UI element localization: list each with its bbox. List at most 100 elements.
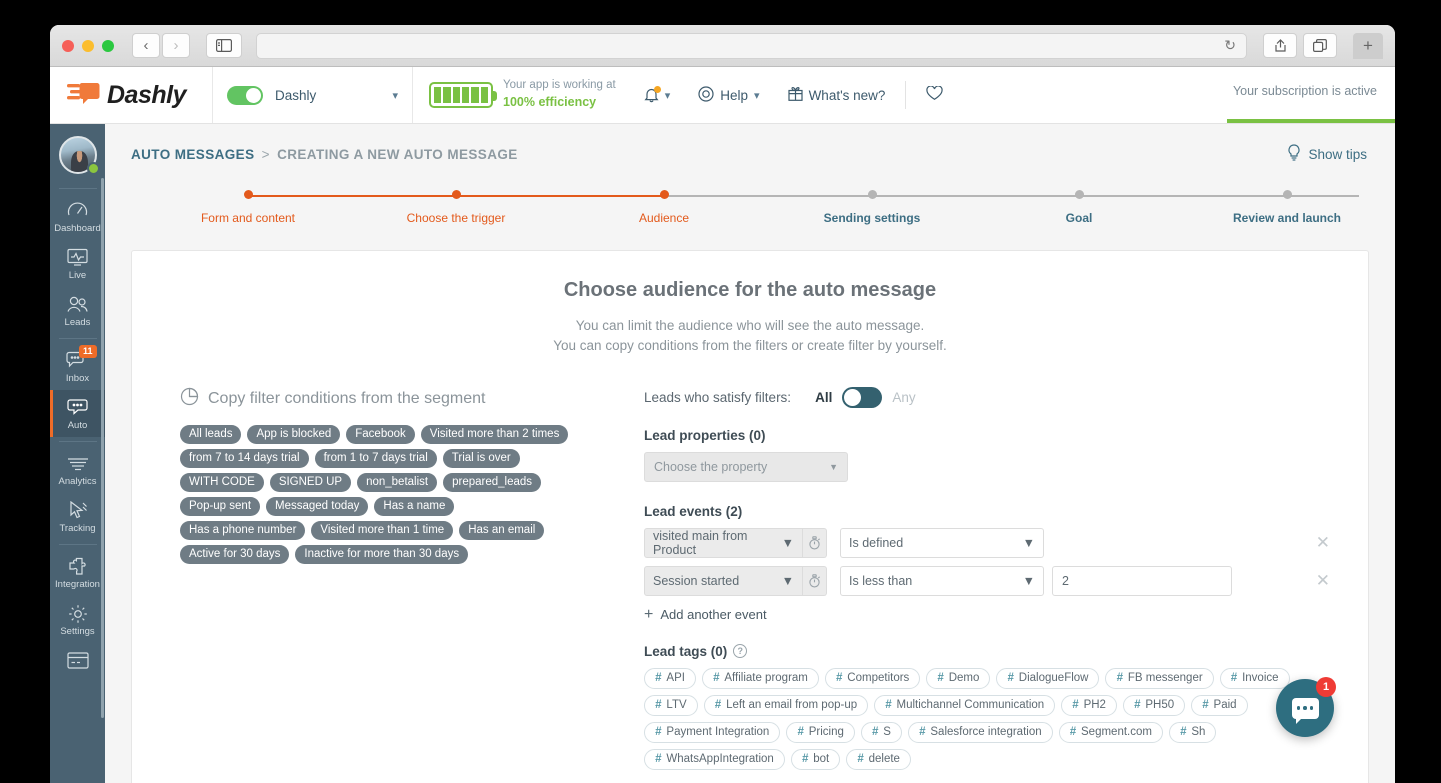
segment-chip[interactable]: WITH CODE <box>180 472 264 492</box>
brand-logo[interactable]: Dashly <box>50 67 213 123</box>
sidebar-item-settings[interactable]: Settings <box>50 596 105 643</box>
step-sending-settings[interactable]: Sending settings <box>792 190 952 225</box>
lead-tag[interactable]: # Segment.com <box>1058 721 1163 743</box>
segment-chip[interactable]: SIGNED UP <box>269 472 352 492</box>
lead-tag[interactable]: # Left an email from pop-up <box>703 694 869 716</box>
step-choose-the-trigger[interactable]: Choose the trigger <box>376 190 536 225</box>
stopwatch-icon[interactable] <box>803 565 827 596</box>
event-operator-select[interactable]: Is less than ▼ <box>840 565 1044 596</box>
sidebar-item-live[interactable]: Live <box>50 240 105 287</box>
sidebar-item-inbox[interactable]: 11 Inbox <box>50 343 105 390</box>
maximize-window-button[interactable] <box>102 39 114 52</box>
lead-tag[interactable]: # Pricing <box>786 721 855 743</box>
sidebar-toggle-icon[interactable] <box>206 33 242 58</box>
lead-tag[interactable]: # S <box>860 721 902 743</box>
chat-widget-button[interactable]: 1 <box>1276 677 1336 737</box>
sidebar-item-tracking[interactable]: Tracking <box>50 493 105 540</box>
minimize-window-button[interactable] <box>82 39 94 52</box>
filter-mode-all[interactable]: All <box>815 390 832 405</box>
reload-icon[interactable]: ↻ <box>1224 37 1236 54</box>
lead-tag[interactable]: # LTV <box>644 694 698 716</box>
segment-chip[interactable]: Has a name <box>374 496 455 516</box>
stopwatch-icon[interactable] <box>803 527 827 558</box>
segment-chip[interactable]: Facebook <box>346 424 415 444</box>
back-button[interactable]: ‹ <box>132 33 160 58</box>
remove-event-button[interactable]: ✕ <box>1316 571 1344 591</box>
step-goal[interactable]: Goal <box>999 190 1159 225</box>
step-form-and-content[interactable]: Form and content <box>168 190 328 225</box>
segment-chip[interactable]: Pop-up sent <box>180 496 261 516</box>
sidebar-item-extra[interactable] <box>50 643 105 677</box>
lead-tag[interactable]: # delete <box>846 748 911 770</box>
lead-tag-label: delete <box>868 752 900 765</box>
event-name-select[interactable]: visited main from Product ▼ <box>644 527 803 558</box>
segment-chip[interactable]: Has an email <box>459 520 545 540</box>
segment-chip[interactable]: Visited more than 2 times <box>420 424 569 444</box>
whats-new-button[interactable]: What's new? <box>774 67 900 123</box>
event-operator-select[interactable]: Is defined ▼ <box>840 527 1044 558</box>
breadcrumb-parent[interactable]: AUTO MESSAGES <box>131 147 254 162</box>
segment-chip[interactable]: Visited more than 1 time <box>311 520 454 540</box>
lead-tag[interactable]: # Payment Integration <box>644 721 781 743</box>
share-icon[interactable] <box>1263 33 1297 58</box>
sidebar-scrollbar[interactable] <box>101 178 104 718</box>
sidebar-item-analytics[interactable]: Analytics <box>50 446 105 493</box>
lead-tag[interactable]: # Affiliate program <box>701 667 819 689</box>
new-tab-button[interactable]: + <box>1353 32 1383 59</box>
step-review-and-launch[interactable]: Review and launch <box>1207 190 1367 225</box>
filter-mode-any[interactable]: Any <box>892 390 915 405</box>
segment-chip[interactable]: non_betalist <box>357 472 438 492</box>
avatar[interactable] <box>58 136 100 175</box>
lead-tag[interactable]: # FB messenger <box>1105 667 1214 689</box>
segment-chip[interactable]: Trial is over <box>442 448 520 468</box>
event-name-select[interactable]: Session started ▼ <box>644 565 803 596</box>
sidebar-item-auto[interactable]: Auto <box>50 390 105 437</box>
lead-tag[interactable]: # Sh <box>1168 721 1217 743</box>
lead-tag[interactable]: # bot <box>790 748 841 770</box>
lead-tag[interactable]: # Multichannel Communication <box>874 694 1056 716</box>
property-select[interactable]: Choose the property ▼ <box>644 451 848 482</box>
sidebar-item-leads[interactable]: Leads <box>50 287 105 334</box>
forward-button[interactable]: › <box>162 33 190 58</box>
project-enabled-toggle[interactable] <box>227 85 263 105</box>
lead-tag[interactable]: # PH50 <box>1122 694 1186 716</box>
sidebar-item-integration[interactable]: Integration <box>50 549 105 596</box>
segment-chip[interactable]: Messaged today <box>266 496 369 516</box>
event-value-input[interactable]: 2 <box>1052 565 1232 596</box>
segment-chip[interactable]: Has a phone number <box>180 520 306 540</box>
page-subtitle: You can limit the audience who will see … <box>156 316 1344 357</box>
segment-chip[interactable]: prepared_leads <box>443 472 542 492</box>
remove-event-button[interactable]: ✕ <box>1316 533 1344 553</box>
filter-mode-toggle[interactable] <box>842 386 883 408</box>
segment-chip[interactable]: Inactive for more than 30 days <box>295 544 469 564</box>
add-another-event-button[interactable]: + Add another event <box>644 606 1344 624</box>
lead-tag[interactable]: # Demo <box>926 667 991 689</box>
question-icon[interactable]: ? <box>733 644 748 658</box>
efficiency-indicator: Your app is working at 100% efficiency <box>413 67 630 123</box>
address-bar[interactable]: ↻ <box>256 32 1247 59</box>
notifications-button[interactable]: ▾ <box>630 67 685 123</box>
lead-tag[interactable]: # Paid <box>1191 694 1248 716</box>
help-button[interactable]: Help ▾ <box>684 67 773 123</box>
project-selector[interactable]: Dashly ▾ <box>213 67 413 123</box>
segment-chip[interactable]: All leads <box>180 424 242 444</box>
favorites-button[interactable] <box>912 67 957 123</box>
lead-tag[interactable]: # PH2 <box>1061 694 1117 716</box>
lead-tag[interactable]: # WhatsAppIntegration <box>644 748 785 770</box>
chevron-down-icon: ▼ <box>829 461 838 472</box>
lead-tag[interactable]: # DialogueFlow <box>996 667 1100 689</box>
lead-tag[interactable]: # Salesforce integration <box>907 721 1053 743</box>
sidebar-item-dashboard[interactable]: Dashboard <box>50 193 105 240</box>
segment-chip[interactable]: from 1 to 7 days trial <box>314 448 437 468</box>
lead-tag[interactable]: # API <box>644 667 696 689</box>
step-audience[interactable]: Audience <box>584 190 744 225</box>
close-window-button[interactable] <box>62 39 74 52</box>
segment-chip[interactable]: from 7 to 14 days trial <box>180 448 309 468</box>
segment-chip[interactable]: App is blocked <box>247 424 341 444</box>
event-operator-value: Is less than <box>849 573 913 588</box>
lead-tag[interactable]: # Competitors <box>824 667 921 689</box>
lead-tag[interactable]: # Invoice <box>1219 667 1290 689</box>
show-tips-button[interactable]: Show tips <box>1287 144 1367 164</box>
segment-chip[interactable]: Active for 30 days <box>180 544 290 564</box>
tab-overview-icon[interactable] <box>1303 33 1337 58</box>
